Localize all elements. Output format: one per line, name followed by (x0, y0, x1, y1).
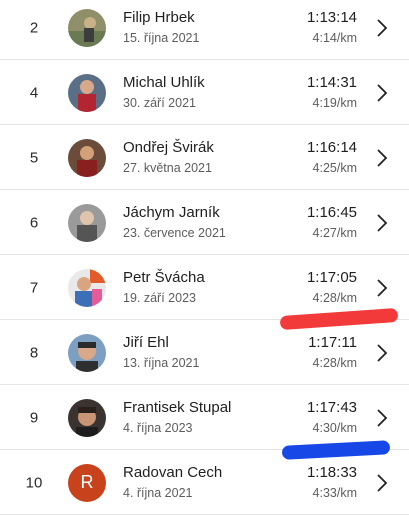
chevron-right-icon[interactable] (375, 343, 389, 363)
leaderboard-row[interactable]: 8 Jiří Ehl 13. října 2021 1:17:11 4:28/k… (0, 321, 409, 385)
activity-date: 4. října 2021 (123, 486, 193, 500)
rank-number: 5 (29, 149, 39, 166)
activity-date: 4. října 2023 (123, 421, 193, 435)
athlete-name[interactable]: Jáchym Jarník (123, 204, 220, 221)
rank-number: 8 (29, 344, 39, 361)
finish-time: 1:16:45 (306, 204, 357, 221)
activity-date: 19. září 2023 (123, 291, 196, 305)
activity-date: 15. října 2021 (123, 31, 200, 45)
athlete-name[interactable]: Michal Uhlík (123, 74, 205, 91)
leaderboard-row[interactable]: 5 Ondřej Švirák 27. května 2021 1:16:14 … (0, 126, 409, 190)
pace: 4:28/km (312, 356, 357, 370)
rank-number: 7 (29, 279, 39, 296)
pace: 4:33/km (312, 486, 357, 500)
activity-date: 27. května 2021 (123, 161, 212, 175)
pace: 4:14/km (312, 31, 357, 45)
rank-number: 10 (25, 474, 43, 491)
finish-time: 1:13:14 (306, 9, 357, 26)
athlete-avatar[interactable] (68, 73, 106, 112)
finish-time: 1:16:14 (306, 139, 357, 156)
chevron-right-icon[interactable] (375, 278, 389, 298)
athlete-name[interactable]: Filip Hrbek (123, 9, 195, 26)
athlete-name[interactable]: Frantisek Stupal (123, 399, 231, 416)
finish-time: 1:17:11 (308, 334, 357, 351)
athlete-avatar[interactable] (68, 333, 106, 372)
leaderboard-row[interactable]: 9 Frantisek Stupal 4. října 2023 1:17:43… (0, 386, 409, 450)
leaderboard-row[interactable]: 4 Michal Uhlík 30. září 2021 1:14:31 4:1… (0, 61, 409, 125)
athlete-name[interactable]: Petr Švácha (123, 269, 205, 286)
pace: 4:28/km (312, 291, 357, 305)
athlete-avatar[interactable]: R (68, 463, 106, 502)
leaderboard-row[interactable]: 6 Jáchym Jarník 23. července 2021 1:16:4… (0, 191, 409, 255)
chevron-right-icon[interactable] (375, 148, 389, 168)
chevron-right-icon[interactable] (375, 473, 389, 493)
chevron-right-icon[interactable] (375, 408, 389, 428)
rank-number: 4 (29, 84, 39, 101)
rank-number: 2 (29, 19, 39, 36)
finish-time: 1:14:31 (306, 74, 357, 91)
athlete-avatar[interactable] (68, 8, 106, 47)
leaderboard-row[interactable]: 10 R Radovan Cech 4. října 2021 1:18:33 … (0, 451, 409, 515)
athlete-avatar[interactable] (68, 398, 106, 437)
chevron-right-icon[interactable] (375, 83, 389, 103)
activity-date: 30. září 2021 (123, 96, 196, 110)
activity-date: 13. října 2021 (123, 356, 200, 370)
pace: 4:25/km (312, 161, 357, 175)
chevron-right-icon[interactable] (375, 18, 389, 38)
athlete-avatar[interactable] (68, 268, 106, 307)
pace: 4:27/km (312, 226, 357, 240)
finish-time: 1:17:43 (306, 399, 357, 416)
pace: 4:19/km (312, 96, 357, 110)
athlete-name[interactable]: Ondřej Švirák (123, 139, 214, 156)
athlete-avatar[interactable] (68, 138, 106, 177)
finish-time: 1:18:33 (306, 464, 357, 481)
chevron-right-icon[interactable] (375, 213, 389, 233)
finish-time: 1:17:05 (306, 269, 357, 286)
pace: 4:30/km (312, 421, 357, 435)
athlete-name[interactable]: Jiří Ehl (123, 334, 169, 351)
athlete-name[interactable]: Radovan Cech (123, 464, 222, 481)
leaderboard-row[interactable]: 2 Filip Hrbek 15. října 2021 1:13:14 4:1… (0, 0, 409, 60)
rank-number: 9 (29, 409, 39, 426)
activity-date: 23. července 2021 (123, 226, 226, 240)
athlete-avatar[interactable] (68, 203, 106, 242)
rank-number: 6 (29, 214, 39, 231)
